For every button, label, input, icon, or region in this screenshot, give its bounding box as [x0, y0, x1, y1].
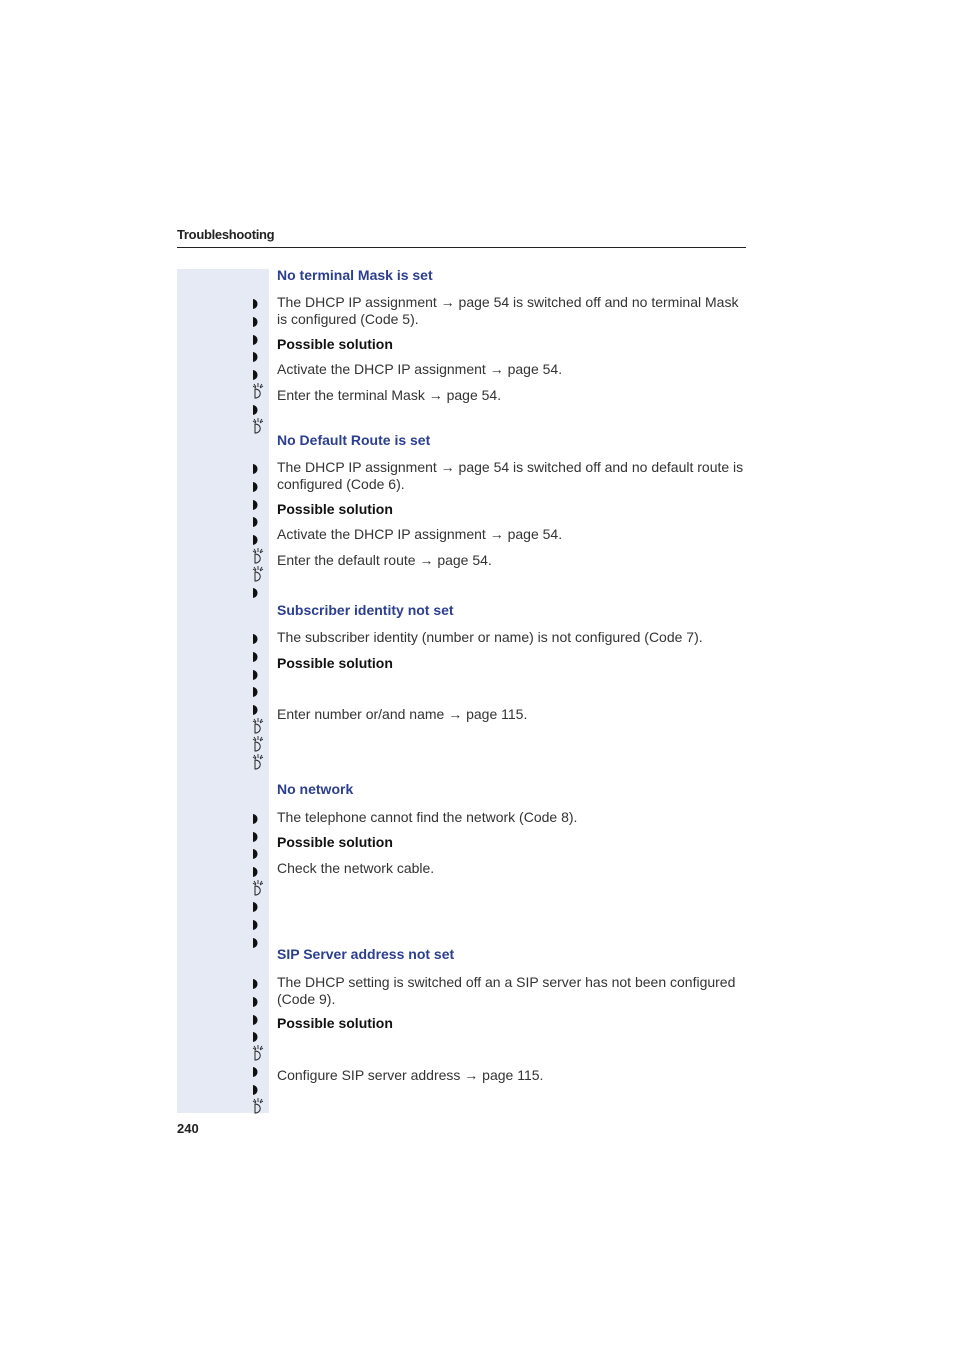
ok-key-icon [252, 1045, 264, 1061]
navigate-icon [252, 830, 262, 844]
navigate-icon [252, 812, 262, 826]
section-title: No network [277, 781, 354, 797]
solution-step: Activate the DHCP IP assignment → page 5… [277, 526, 563, 542]
navigate-icon [252, 995, 262, 1009]
header-title: Troubleshooting [177, 227, 275, 242]
navigate-icon [252, 1083, 262, 1097]
navigate-icon [252, 977, 262, 991]
navigate-icon [252, 586, 262, 600]
navigate-icon [252, 865, 262, 879]
ok-key-icon [252, 383, 264, 399]
solution-step: Enter the terminal Mask → page 54. [277, 387, 502, 403]
solution-step: Check the network cable. [277, 860, 435, 876]
navigate-icon [252, 403, 262, 417]
section-description: The DHCP IP assignment → page 54 is swit… [277, 294, 739, 327]
navigate-icon [252, 632, 262, 646]
navigate-icon [252, 315, 262, 329]
navigate-icon [252, 333, 262, 347]
solution-step: Configure SIP server address → page 115. [277, 1067, 544, 1083]
ok-key-icon [252, 566, 264, 582]
solution-step: Enter number or/and name → page 115. [277, 706, 528, 722]
navigate-icon [252, 650, 262, 664]
navigate-icon [252, 703, 262, 717]
navigate-icon [252, 498, 262, 512]
section-description: The DHCP IP assignment → page 54 is swit… [277, 459, 744, 492]
page-number: 240 [177, 1121, 199, 1136]
ok-key-icon [252, 718, 264, 734]
navigate-icon [252, 350, 262, 364]
section-title: Subscriber identity not set [277, 602, 454, 618]
section-title: SIP Server address not set [277, 946, 455, 962]
section-description: The subscriber identity (number or name)… [277, 629, 703, 645]
ok-key-icon [252, 548, 264, 564]
navigate-icon [252, 668, 262, 682]
navigate-icon [252, 480, 262, 494]
solution-step: Activate the DHCP IP assignment → page 5… [277, 361, 563, 377]
navigate-icon [252, 368, 262, 382]
navigate-icon [252, 515, 262, 529]
section-title: No Default Route is set [277, 432, 431, 448]
ok-key-icon [252, 736, 264, 752]
section-description: The telephone cannot find the network (C… [277, 809, 578, 825]
solution-label: Possible solution [277, 1015, 393, 1031]
solution-label: Possible solution [277, 655, 393, 671]
navigate-icon [252, 918, 262, 932]
navigate-icon [252, 1030, 262, 1044]
section-title: No terminal Mask is set [277, 267, 433, 283]
navigate-icon [252, 847, 262, 861]
solution-label: Possible solution [277, 501, 393, 517]
navigate-icon [252, 900, 262, 914]
ok-key-icon [252, 1098, 264, 1114]
navigate-icon [252, 462, 262, 476]
page-header: Troubleshooting [177, 226, 746, 248]
solution-label: Possible solution [277, 834, 393, 850]
navigate-icon [252, 936, 262, 950]
ok-key-icon [252, 754, 264, 770]
solution-label: Possible solution [277, 336, 393, 352]
navigate-icon [252, 297, 262, 311]
ok-key-icon [252, 418, 264, 434]
navigate-icon [252, 533, 262, 547]
navigate-icon [252, 1065, 262, 1079]
ok-key-icon [252, 880, 264, 896]
section-description: The DHCP setting is switched off an a SI… [277, 974, 736, 1007]
solution-step: Enter the default route → page 54. [277, 552, 492, 568]
navigate-icon [252, 1013, 262, 1027]
navigate-icon [252, 685, 262, 699]
